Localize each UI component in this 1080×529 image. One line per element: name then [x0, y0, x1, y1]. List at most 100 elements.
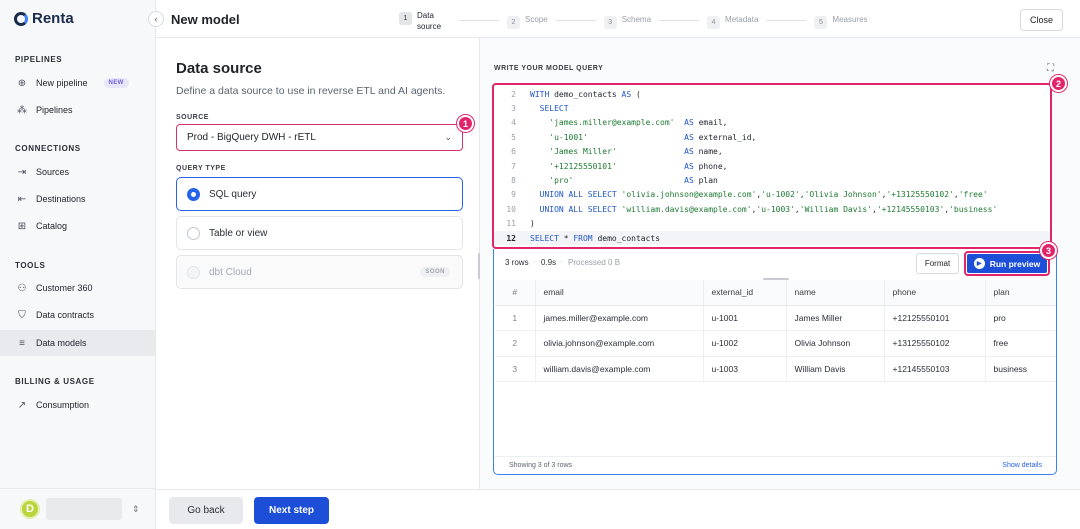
table-cell: u-1003: [703, 356, 787, 382]
sidebar-item-sources[interactable]: ⇥ Sources: [0, 159, 155, 185]
step-metadata: 4 Metadata: [707, 13, 758, 29]
code-token: 'u-1001': [530, 132, 685, 142]
code-token: name,: [698, 147, 723, 157]
source-select[interactable]: Prod - BigQuery DWH - rETL ⌄: [176, 124, 463, 151]
code-token: email,: [698, 118, 728, 128]
query-type-table[interactable]: Table or view: [176, 216, 463, 250]
sidebar-item-catalog[interactable]: ⊞ Catalog: [0, 213, 155, 239]
table-cell: William Davis: [786, 356, 885, 382]
sql-editor[interactable]: 2 WITH demo_contacts AS (3 SELECT 4 'james…: [492, 83, 1052, 249]
source-select-value: Prod - BigQuery DWH - rETL: [187, 132, 316, 143]
account-switcher[interactable]: D ⇕: [0, 488, 155, 529]
column-header: #: [495, 280, 536, 306]
line-number: 8: [511, 175, 516, 185]
sidebar-item-consumption[interactable]: ↗ Consumption: [0, 392, 155, 418]
go-back-button[interactable]: Go back: [169, 497, 243, 524]
step-connector: [659, 20, 700, 21]
pipelines-icon: ⁂: [17, 104, 27, 116]
section-description: Define a data source to use in reverse E…: [176, 85, 446, 97]
code-token: 'william.davis@example.com': [621, 204, 752, 214]
time-meta: 0.9s: [541, 258, 557, 267]
step-number: 5: [814, 15, 828, 29]
code-token: (: [635, 89, 641, 99]
results-table: # email external_id name phone plan 1 ja…: [495, 280, 1056, 382]
table-row: 3 william.davis@example.com u-1003 Willi…: [495, 356, 1056, 382]
column-header: name: [786, 280, 885, 306]
chevron-down-icon: ⌄: [444, 132, 452, 142]
sidebar-item-label: Catalog: [36, 221, 68, 231]
results-panel: 3 rows · 0.9s · Processed 0 B Format ▶ R…: [493, 249, 1057, 475]
line-number: 10: [506, 204, 516, 214]
expand-icon[interactable]: ⛶: [1047, 63, 1054, 74]
column-header: email: [535, 280, 704, 306]
table-cell: business: [985, 356, 1056, 382]
sidebar-item-pipelines[interactable]: ⁂ Pipelines: [0, 97, 155, 123]
step-number: 4: [707, 15, 721, 29]
table-header-row: # email external_id name phone plan: [495, 280, 1056, 306]
code-token: AS: [684, 118, 699, 128]
line-number: 5: [511, 132, 516, 142]
user-icon: ⚇: [17, 282, 27, 294]
collapse-sidebar-button[interactable]: ‹: [148, 11, 164, 27]
table-cell: 3: [495, 356, 536, 382]
run-preview-button[interactable]: ▶ Run preview: [964, 251, 1050, 276]
code-token: AS: [684, 175, 699, 185]
table-cell: free: [985, 330, 1056, 357]
section-label-billing: BILLING & USAGE: [15, 377, 95, 386]
sidebar-item-label: Data models: [36, 338, 87, 348]
query-type-sql[interactable]: SQL query: [176, 177, 463, 211]
shield-icon: ⛉: [18, 309, 26, 321]
sidebar-item-label: New pipeline: [36, 78, 88, 88]
sidebar-item-destinations[interactable]: ⇤ Destinations: [0, 186, 155, 212]
annotation-marker-3: 3: [1040, 242, 1057, 259]
play-icon: ▶: [973, 258, 985, 269]
show-details-link[interactable]: Show details: [1002, 462, 1042, 469]
results-count: Showing 3 of 3 rows: [509, 462, 573, 469]
table-cell: u-1002: [703, 330, 787, 357]
code-token: AS: [684, 132, 699, 142]
annotation-marker-2: 2: [1050, 75, 1067, 92]
table-cell: +12125550101: [884, 305, 986, 331]
avatar: D: [20, 499, 40, 519]
app-logo[interactable]: Renta: [14, 10, 74, 27]
sidebar-item-customer-360[interactable]: ⚇ Customer 360: [0, 275, 155, 301]
table-cell: u-1001: [703, 305, 787, 331]
close-button[interactable]: Close: [1020, 9, 1063, 31]
topbar: New model 1 Data source 2 Scope 3 Schema…: [156, 0, 1080, 38]
sidebar-item-data-contracts[interactable]: ⛉ Data contracts: [0, 302, 155, 328]
step-data-source: 1 Data source: [399, 9, 451, 32]
next-step-button[interactable]: Next step: [254, 497, 329, 524]
line-number: 3: [511, 103, 516, 113]
sidebar-item-new-pipeline[interactable]: ⊕ New pipeline NEW: [0, 70, 155, 96]
table-cell: pro: [985, 305, 1056, 331]
sidebar-item-label: Customer 360: [36, 283, 93, 293]
line-number: 12: [506, 233, 516, 243]
page-title: New model: [171, 12, 240, 27]
step-number: 2: [507, 15, 520, 29]
step-label: Schema: [621, 14, 652, 24]
code-line: 9 UNION ALL SELECT 'olivia.johnson@examp…: [494, 188, 987, 202]
code-token: 'james.miller@example.com': [530, 118, 685, 128]
code-token: 'u-1002': [761, 190, 800, 200]
code-token: UNION ALL SELECT: [530, 190, 622, 200]
run-preview-inner: ▶ Run preview: [967, 254, 1047, 273]
table-cell: james.miller@example.com: [535, 305, 704, 331]
table-cell: +12145550103: [884, 356, 986, 382]
column-header: phone: [884, 280, 986, 306]
code-token: AS: [621, 89, 636, 99]
section-label-connections: CONNECTIONS: [15, 144, 81, 153]
table-cell: +13125550102: [884, 330, 986, 357]
format-button[interactable]: Format: [916, 253, 959, 274]
sidebar-item-label: Destinations: [36, 194, 86, 204]
line-number: 11: [506, 219, 516, 229]
code-token: AS: [684, 147, 699, 157]
step-label: Metadata: [725, 14, 759, 24]
destination-arrow-icon: ⇤: [17, 193, 27, 205]
option-label: Table or view: [209, 227, 268, 239]
line-number: 9: [511, 190, 516, 200]
code-token: phone,: [698, 161, 728, 171]
stepper: 1 Data source 2 Scope 3 Schema 4 Metadat…: [399, 9, 868, 32]
sidebar-item-data-models[interactable]: ≡ Data models: [0, 330, 155, 356]
code-token: 'James Miller': [530, 147, 685, 157]
table-cell: william.davis@example.com: [535, 356, 704, 382]
